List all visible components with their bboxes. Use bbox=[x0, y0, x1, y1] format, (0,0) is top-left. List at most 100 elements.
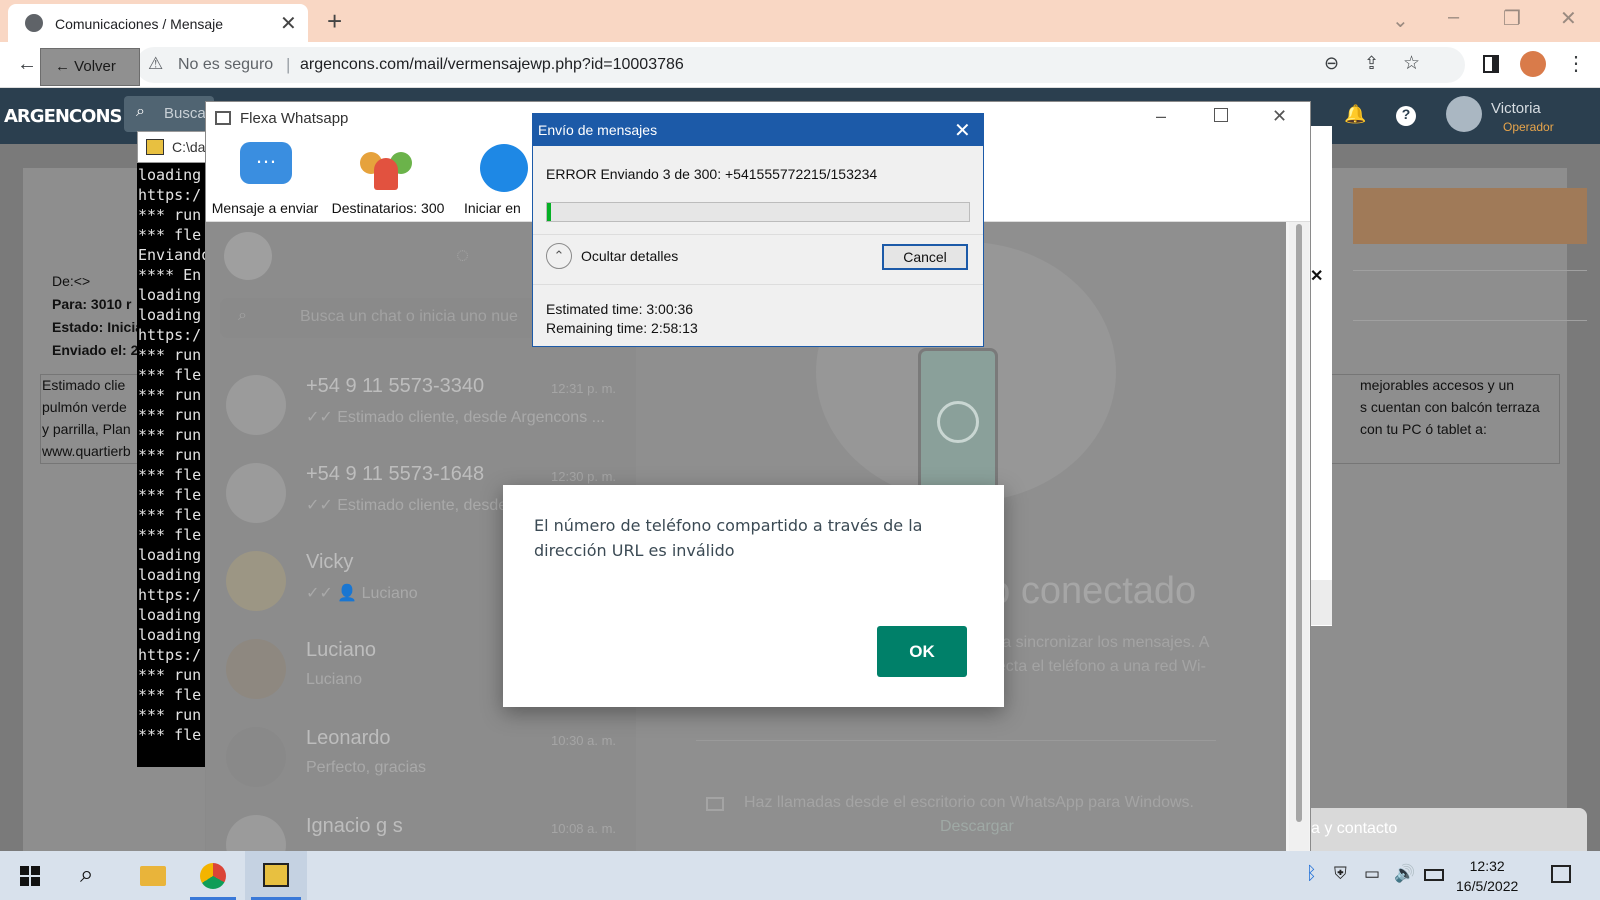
ok-button[interactable]: OK bbox=[877, 626, 967, 677]
avatar[interactable] bbox=[224, 232, 272, 280]
network-icon[interactable]: ▭ bbox=[1364, 864, 1380, 884]
search-icon: ⌕ bbox=[238, 307, 247, 324]
browser-tab[interactable]: Comunicaciones / Mensaje ✕ bbox=[8, 4, 308, 42]
back-button[interactable]: ← Volver bbox=[40, 48, 140, 86]
start-sending-button[interactable]: Iniciar en bbox=[460, 138, 534, 218]
chrome-icon[interactable] bbox=[200, 863, 226, 889]
cmd-line: https:/ bbox=[138, 646, 202, 664]
body-line: con tu PC ó tablet a: bbox=[1360, 421, 1487, 437]
close-icon[interactable]: ✕ bbox=[1310, 266, 1323, 286]
status-icon[interactable]: ◌ bbox=[456, 242, 469, 268]
maximize-icon[interactable] bbox=[1214, 108, 1228, 122]
close-icon[interactable]: ✕ bbox=[954, 118, 971, 143]
shield-icon[interactable]: ⛨ bbox=[1334, 864, 1347, 884]
windows-taskbar: ⌕ ᛒ ⛨ ▭ 🔊 12:32 16/5/2022 bbox=[0, 851, 1600, 900]
bluetooth-icon[interactable]: ᛒ bbox=[1306, 863, 1317, 884]
chevron-up-icon[interactable]: ⌃ bbox=[546, 243, 572, 269]
system-clock[interactable]: 12:32 16/5/2022 bbox=[1456, 856, 1518, 896]
globe-icon bbox=[25, 14, 43, 32]
cmd-line: *** fle bbox=[138, 466, 202, 484]
tab-search-icon[interactable]: ⌄ bbox=[1392, 8, 1409, 33]
divider bbox=[533, 234, 983, 235]
warning-icon: ⚠ bbox=[148, 54, 164, 73]
back-arrow-icon[interactable]: ← bbox=[17, 53, 37, 76]
progress-fill bbox=[547, 203, 552, 221]
webapp-search-placeholder: Busca bbox=[164, 105, 206, 122]
cmd-line: loading bbox=[138, 166, 202, 184]
message-body-left: Estimado clie pulmón verde y parrilla, P… bbox=[42, 374, 131, 462]
cmd-line: *** run bbox=[138, 666, 202, 684]
new-tab-button[interactable]: + bbox=[327, 6, 342, 37]
avatar bbox=[226, 639, 286, 699]
divider bbox=[696, 740, 1216, 741]
file-explorer-icon[interactable] bbox=[140, 866, 166, 886]
body-line: pulmón verde bbox=[42, 399, 127, 415]
remaining-time: Remaining time: 2:58:13 bbox=[546, 320, 698, 336]
chat-time: 12:30 p. m. bbox=[551, 469, 617, 484]
profile-avatar-icon[interactable] bbox=[1520, 51, 1546, 77]
search-icon[interactable]: ⌕ bbox=[80, 861, 93, 889]
dialog-titlebar[interactable]: Envío de mensajes ✕ bbox=[533, 114, 983, 146]
window-close-icon[interactable]: ✕ bbox=[1560, 6, 1577, 31]
divider bbox=[533, 284, 983, 285]
url-text[interactable]: argencons.com/mail/vermensajewp.php?id=1… bbox=[300, 56, 684, 74]
download-link[interactable]: Descargar bbox=[940, 818, 1014, 836]
chat-name: Leonardo bbox=[306, 727, 391, 749]
webapp-search[interactable]: ⌕ Busca bbox=[124, 96, 214, 132]
meta-enviado: Enviado el: 2 bbox=[52, 342, 139, 358]
zoom-icon[interactable]: ⊖ bbox=[1324, 53, 1339, 74]
chat-preview: Luciano bbox=[306, 671, 363, 688]
cmd-line: loading bbox=[138, 306, 202, 324]
flexa-app-icon bbox=[263, 863, 289, 887]
body-line: Estimado clie bbox=[42, 377, 126, 393]
user-name[interactable]: Victoria bbox=[1491, 100, 1541, 117]
contact-label: a y contacto bbox=[1311, 820, 1398, 837]
chat-search-placeholder: Busca un chat o inicia uno nue bbox=[300, 308, 518, 325]
cmd-line: *** fle bbox=[138, 526, 202, 544]
body-line: s cuentan con balcón terraza bbox=[1360, 399, 1540, 415]
help-icon[interactable]: ? bbox=[1396, 106, 1416, 126]
message-button-label: Mensaje a enviar bbox=[211, 200, 319, 216]
volume-icon[interactable]: 🔊 bbox=[1394, 864, 1415, 884]
progress-bar bbox=[546, 202, 970, 222]
menu-kebab-icon[interactable]: ⋮ bbox=[1566, 51, 1586, 76]
windows-start-icon[interactable] bbox=[20, 866, 40, 886]
recipients-button[interactable]: Destinatarios: 300 bbox=[330, 138, 446, 218]
notification-center-icon[interactable] bbox=[1551, 865, 1571, 883]
browser-tab-strip: Comunicaciones / Mensaje ✕ + ⌄ – ❐ ✕ bbox=[0, 0, 1600, 42]
back-label: Volver bbox=[74, 58, 116, 75]
send-progress-dialog[interactable]: Envío de mensajes ✕ ERROR Enviando 3 de … bbox=[532, 113, 984, 347]
bookmark-star-icon[interactable]: ☆ bbox=[1403, 52, 1420, 75]
avatar[interactable] bbox=[1446, 96, 1482, 132]
security-label[interactable]: No es seguro bbox=[178, 56, 273, 74]
body-line: www.quartierb bbox=[42, 443, 131, 459]
hide-details-label[interactable]: Ocultar detalles bbox=[581, 248, 678, 264]
cmd-titlebar[interactable]: C:\da bbox=[137, 131, 209, 163]
tab-close-icon[interactable]: ✕ bbox=[280, 11, 297, 36]
scrollbar-thumb[interactable] bbox=[1296, 224, 1302, 822]
chat-name: Luciano bbox=[306, 639, 377, 661]
cmd-line: loading bbox=[138, 606, 202, 624]
chat-name: Vicky bbox=[306, 551, 354, 573]
restore-icon[interactable]: ❐ bbox=[1503, 6, 1521, 31]
chat-row[interactable]: +54 9 11 5573-3340 12:31 p. m. ✓✓ Estima… bbox=[216, 357, 631, 445]
sync-text: necta el teléfono a una red Wi- bbox=[988, 658, 1206, 675]
message-to-send-button[interactable]: … Mensaje a enviar bbox=[210, 138, 320, 218]
phone-illustration bbox=[918, 348, 998, 498]
estimated-time: Estimated time: 3:00:36 bbox=[546, 301, 694, 317]
chat-row[interactable]: Ignacio g s 10:08 a. m. bbox=[216, 797, 631, 853]
flexa-taskbar-button[interactable] bbox=[245, 851, 307, 900]
share-icon[interactable]: ⇪ bbox=[1364, 53, 1379, 74]
contact-button[interactable]: a y contacto bbox=[1311, 808, 1587, 851]
bell-icon[interactable]: 🔔 bbox=[1344, 104, 1366, 125]
cancel-button[interactable]: Cancel bbox=[882, 244, 968, 270]
battery-icon[interactable] bbox=[1424, 869, 1444, 881]
scrollbar[interactable] bbox=[1289, 222, 1309, 853]
chat-row[interactable]: Leonardo 10:30 a. m. Perfecto, gracias bbox=[216, 709, 631, 797]
address-bar[interactable]: ⚠ No es seguro | argencons.com/mail/verm… bbox=[136, 47, 1465, 83]
side-panel-icon[interactable] bbox=[1483, 55, 1499, 73]
avatar bbox=[226, 463, 286, 523]
minimize-icon[interactable]: – bbox=[1156, 106, 1166, 127]
minimize-icon[interactable]: – bbox=[1448, 6, 1459, 29]
close-icon[interactable]: ✕ bbox=[1272, 106, 1287, 127]
